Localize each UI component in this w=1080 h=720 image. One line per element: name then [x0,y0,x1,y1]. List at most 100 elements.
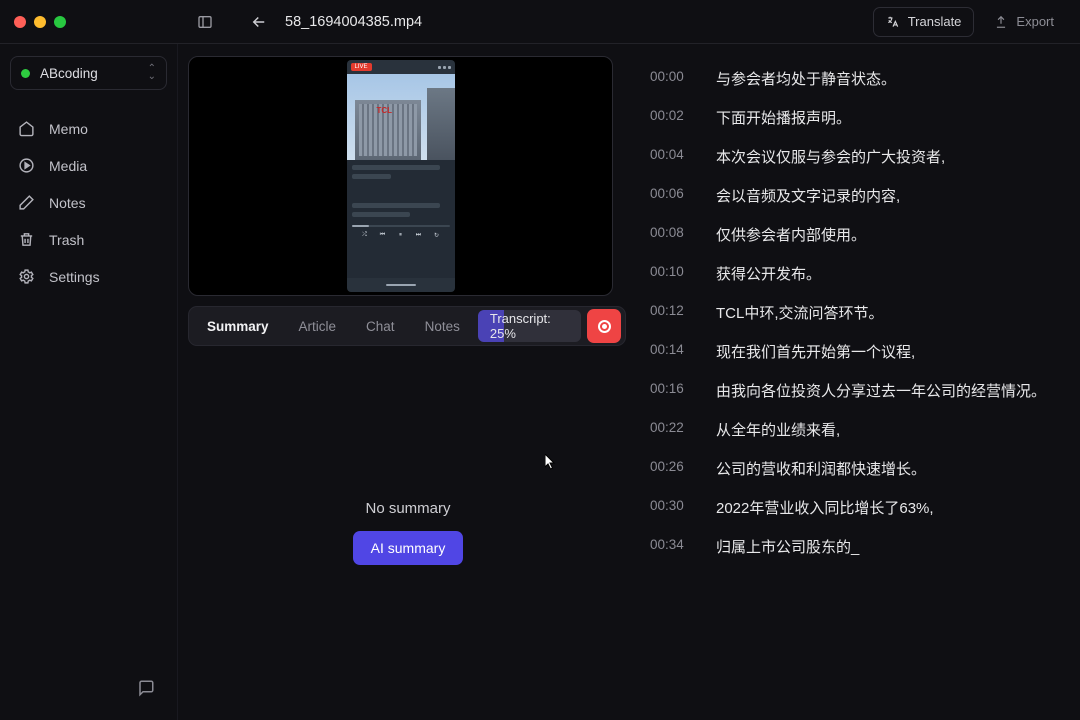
tab-summary[interactable]: Summary [193,311,283,342]
transcript-row[interactable]: 00:34 归属上市公司股东的_ [648,528,1062,567]
chevron-up-down-icon: ⌃⌄ [148,65,156,81]
transcript-text: 公司的营收和利润都快速增长。 [716,459,926,480]
transcript-text: 与参会者均处于静音状态。 [716,69,896,90]
tab-chat[interactable]: Chat [352,311,409,342]
status-dot-icon [21,69,30,78]
trash-icon [18,231,35,248]
transcript-text: 仅供参会者内部使用。 [716,225,866,246]
summary-panel: No summary AI summary [188,356,628,708]
transcript-text: 获得公开发布。 [716,264,821,285]
sidebar-item-notes[interactable]: Notes [10,186,167,219]
file-title: 58_1694004385.mp4 [285,14,422,30]
sidebar-item-trash[interactable]: Trash [10,223,167,256]
ai-summary-button[interactable]: AI summary [353,531,464,565]
transcript-text: 从全年的业绩来看, [716,420,840,441]
transcript-text: 归属上市公司股东的_ [716,537,859,558]
transcript-row[interactable]: 00:30 2022年营业收入同比增长了63%, [648,489,1062,528]
transcript-row[interactable]: 00:00 与参会者均处于静音状态。 [648,60,1062,99]
feedback-button[interactable] [131,673,161,708]
pause-icon: ⏸ [397,231,405,239]
sidebar-item-label: Notes [49,195,86,211]
repeat-icon: ↻ [433,231,441,239]
transcript-list[interactable]: 00:00 与参会者均处于静音状态。 00:02 下面开始播报声明。 00:04 本次会议… [642,56,1068,704]
record-button[interactable] [587,309,621,343]
transcript-time: 00:22 [650,420,698,435]
titlebar: 58_1694004385.mp4 Translate Export [0,0,1080,44]
transcript-time: 00:34 [650,537,698,552]
transcript-time: 00:10 [650,264,698,279]
transcript-text: 由我向各位投资人分享过去一年公司的经营情况。 [716,381,1046,402]
transcript-time: 00:26 [650,459,698,474]
transcript-text: 本次会议仅服与参会的广大投资者, [716,147,945,168]
record-icon [598,320,611,333]
window-controls [14,16,66,28]
main: LIVE TCL ⤮ [178,44,1080,720]
transcript-row[interactable]: 00:14 现在我们首先开始第一个议程, [648,333,1062,372]
transcript-row[interactable]: 00:12 TCL中环,交流问答环节。 [648,294,1062,333]
transcript-time: 00:06 [650,186,698,201]
video-player[interactable]: LIVE TCL ⤮ [188,56,613,296]
transcript-text: 2022年营业收入同比增长了63%, [716,498,934,519]
sidebar-item-memo[interactable]: Memo [10,112,167,145]
toggle-sidebar-button[interactable] [191,8,219,36]
empty-summary-text: No summary [365,500,450,517]
export-button[interactable]: Export [982,7,1066,37]
transcript-text: 下面开始播报声明。 [716,108,851,129]
tab-notes[interactable]: Notes [411,311,474,342]
transcript-time: 00:00 [650,69,698,84]
sidebar-item-media[interactable]: Media [10,149,167,182]
transcript-time: 00:14 [650,342,698,357]
home-icon [18,120,35,137]
transcript-progress: Transcript: 25% [478,310,581,342]
transcript-row[interactable]: 00:22 从全年的业绩来看, [648,411,1062,450]
transcript-text: 现在我们首先开始第一个议程, [716,342,915,363]
transcript-row[interactable]: 00:26 公司的营收和利润都快速增长。 [648,450,1062,489]
tab-bar: Summary Article Chat Notes Transcript: 2… [188,306,626,346]
close-window-button[interactable] [14,16,26,28]
cursor-icon [545,454,557,470]
transcript-row[interactable]: 00:16 由我向各位投资人分享过去一年公司的经营情况。 [648,372,1062,411]
sidebar-item-settings[interactable]: Settings [10,260,167,293]
transcript-time: 00:16 [650,381,698,396]
transcript-time: 00:08 [650,225,698,240]
sidebar-item-label: Settings [49,269,100,285]
status-bar-icon [438,66,451,69]
sidebar: ABcoding ⌃⌄ Memo Media Notes Trash S [0,44,178,720]
translate-icon [886,15,900,29]
back-button[interactable] [245,8,273,36]
transcript-row[interactable]: 00:08 仅供参会者内部使用。 [648,216,1062,255]
fullscreen-window-button[interactable] [54,16,66,28]
next-track-icon: ⏭ [415,231,423,239]
tab-article[interactable]: Article [285,311,351,342]
prev-track-icon: ⏮ [379,231,387,239]
translate-button[interactable]: Translate [873,7,975,37]
gear-icon [18,268,35,285]
transcript-time: 00:04 [650,147,698,162]
pencil-icon [18,194,35,211]
transcript-time: 00:30 [650,498,698,513]
transcript-row[interactable]: 00:02 下面开始播报声明。 [648,99,1062,138]
transcript-text: 会以音频及文字记录的内容, [716,186,900,207]
transcript-time: 00:02 [650,108,698,123]
brand-logo: TCL [377,106,393,115]
nav: Memo Media Notes Trash Settings [10,112,167,293]
transcript-row[interactable]: 00:04 本次会议仅服与参会的广大投资者, [648,138,1062,177]
video-frame-phone: LIVE TCL ⤮ [347,60,455,292]
live-badge: LIVE [351,63,372,71]
sidebar-item-label: Memo [49,121,88,137]
translate-label: Translate [908,14,962,29]
sidebar-item-label: Trash [49,232,84,248]
shuffle-icon: ⤮ [361,231,369,239]
export-label: Export [1016,14,1054,29]
chat-icon [137,679,155,697]
minimize-window-button[interactable] [34,16,46,28]
play-circle-icon [18,157,35,174]
workspace-selector[interactable]: ABcoding ⌃⌄ [10,56,167,90]
transcript-time: 00:12 [650,303,698,318]
sidebar-item-label: Media [49,158,87,174]
workspace-name: ABcoding [40,66,138,81]
transcript-row[interactable]: 00:06 会以音频及文字记录的内容, [648,177,1062,216]
transcript-text: TCL中环,交流问答环节。 [716,303,884,324]
export-icon [994,15,1008,29]
transcript-row[interactable]: 00:10 获得公开发布。 [648,255,1062,294]
